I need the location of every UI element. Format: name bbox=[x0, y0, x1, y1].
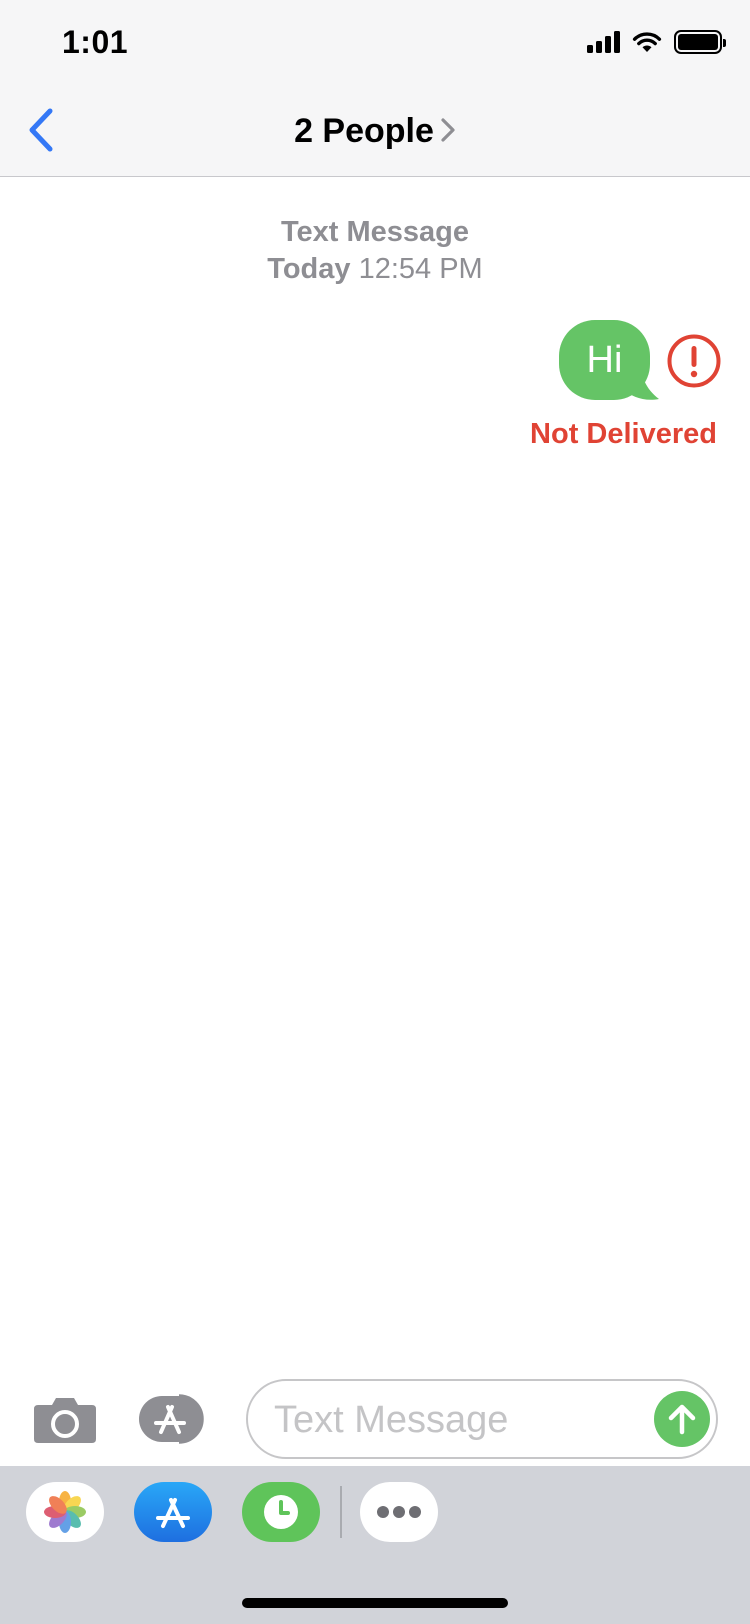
timestamp: Today 12:54 PM bbox=[0, 253, 750, 286]
status-time: 1:01 bbox=[62, 24, 129, 60]
wifi-icon bbox=[632, 32, 662, 52]
date-label: Today bbox=[267, 253, 351, 285]
app-drawer bbox=[0, 1466, 750, 1624]
drawer-divider bbox=[340, 1486, 342, 1538]
conversation-title-button[interactable]: 2 People bbox=[0, 112, 750, 151]
apps-button[interactable] bbox=[139, 1392, 211, 1446]
service-label: Text Message bbox=[280, 216, 470, 248]
conversation-title: 2 People bbox=[294, 112, 434, 150]
arrow-up-icon bbox=[668, 1404, 696, 1435]
send-button[interactable] bbox=[654, 1391, 710, 1447]
ellipsis-icon bbox=[377, 1506, 421, 1518]
digital-touch-app-button[interactable] bbox=[242, 1482, 320, 1542]
clock-icon bbox=[264, 1495, 298, 1529]
camera-icon[interactable] bbox=[34, 1395, 96, 1443]
more-apps-button[interactable] bbox=[360, 1482, 438, 1542]
status-icons bbox=[587, 30, 726, 54]
message-text: Hi bbox=[559, 320, 650, 400]
battery-icon bbox=[674, 30, 726, 54]
delivery-status: Not Delivered bbox=[530, 418, 717, 450]
app-store-app-button[interactable] bbox=[134, 1482, 212, 1542]
message-input-placeholder: Text Message bbox=[274, 1399, 509, 1441]
photos-app-button[interactable] bbox=[26, 1482, 104, 1542]
photos-icon bbox=[44, 1491, 86, 1533]
time-label: 12:54 PM bbox=[358, 253, 483, 285]
app-store-icon bbox=[139, 1394, 204, 1444]
cellular-signal-icon bbox=[587, 31, 620, 53]
message-input[interactable]: Text Message bbox=[246, 1379, 718, 1459]
message-bubble[interactable]: Hi bbox=[559, 320, 659, 402]
home-indicator[interactable] bbox=[242, 1598, 508, 1608]
navigation-header: 1:01 2 People bbox=[0, 0, 750, 177]
chevron-right-icon bbox=[441, 118, 455, 142]
exclamation-circle-icon[interactable] bbox=[666, 333, 722, 389]
app-store-icon bbox=[156, 1498, 190, 1528]
